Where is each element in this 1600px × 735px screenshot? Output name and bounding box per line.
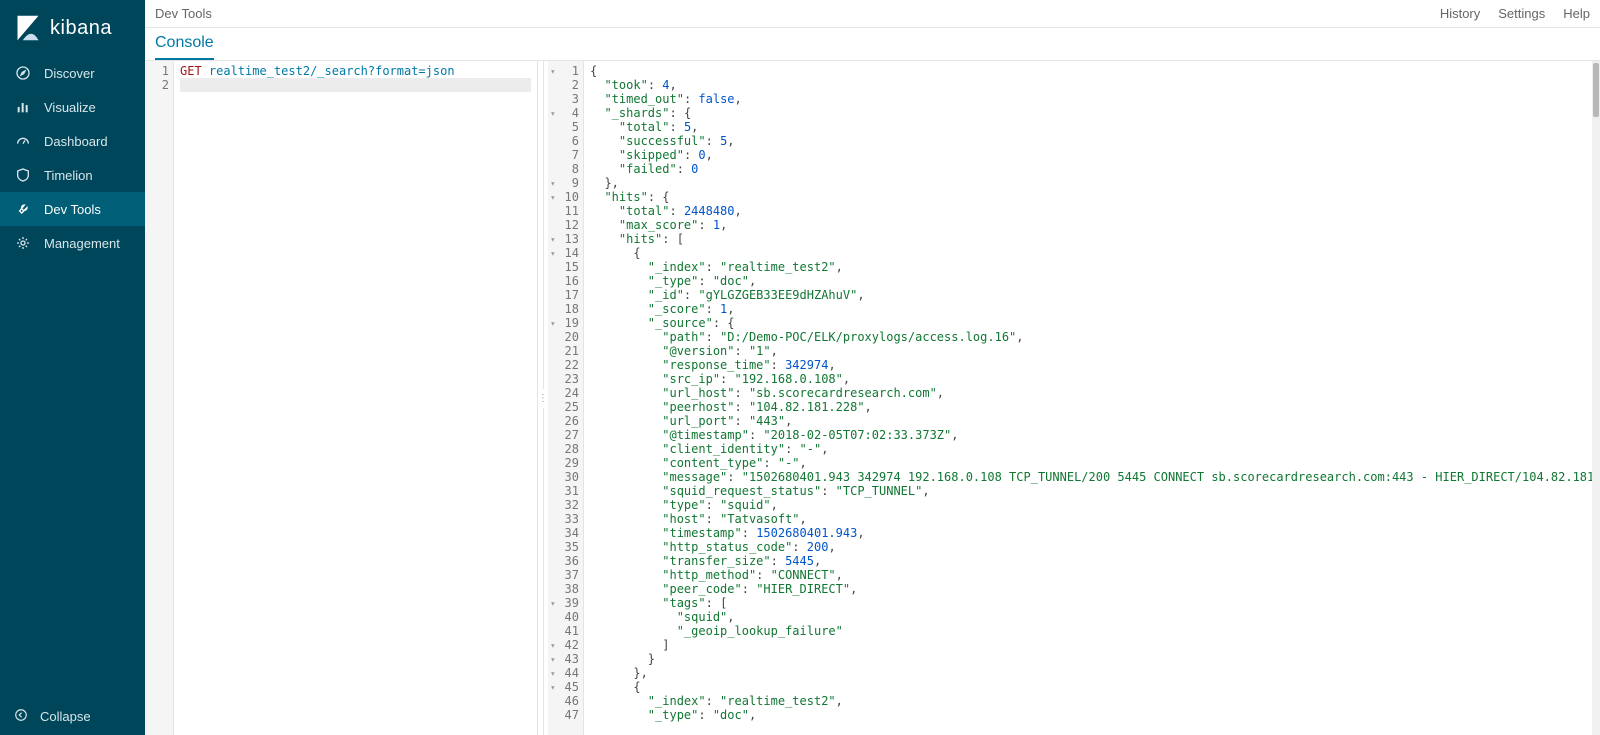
shield-icon [14, 166, 32, 184]
panels: 12 GET realtime_test2/_search?format=jso… [145, 60, 1600, 735]
help-link[interactable]: Help [1563, 6, 1590, 21]
compass-icon [14, 64, 32, 82]
sidebar-item-label: Timelion [44, 168, 93, 183]
scrollbar-thumb[interactable] [1593, 63, 1599, 117]
tabs: Console [145, 28, 1600, 60]
gear-icon [14, 234, 32, 252]
sidebar-item-timelion[interactable]: Timelion [0, 158, 145, 192]
kibana-logo-icon [14, 14, 42, 42]
response-scrollbar[interactable] [1592, 61, 1600, 735]
topbar: Dev Tools History Settings Help [145, 0, 1600, 28]
request-editor[interactable]: GET realtime_test2/_search?format=json [174, 61, 537, 735]
bar-chart-icon [14, 98, 32, 116]
collapse-label: Collapse [40, 709, 91, 724]
sidebar-item-label: Visualize [44, 100, 96, 115]
brand-name: kibana [50, 17, 112, 40]
request-panel: 12 GET realtime_test2/_search?format=jso… [145, 61, 538, 735]
response-panel: 1234567891011121314151617181920212223242… [548, 61, 1600, 735]
response-viewer[interactable]: { "took": 4, "timed_out": false, "_shard… [584, 61, 1592, 735]
nav: Discover Visualize Dashboard Timelion De… [0, 56, 145, 698]
sidebar-item-label: Management [44, 236, 120, 251]
sidebar-item-label: Dashboard [44, 134, 108, 149]
main: Dev Tools History Settings Help Console … [145, 0, 1600, 735]
wrench-icon [14, 200, 32, 218]
settings-link[interactable]: Settings [1498, 6, 1545, 21]
gauge-icon [14, 132, 32, 150]
sidebar: kibana Discover Visualize Dashboard Time… [0, 0, 145, 735]
top-links: History Settings Help [1440, 6, 1590, 21]
tab-console[interactable]: Console [155, 28, 214, 60]
sidebar-item-visualize[interactable]: Visualize [0, 90, 145, 124]
sidebar-item-management[interactable]: Management [0, 226, 145, 260]
sidebar-item-dashboard[interactable]: Dashboard [0, 124, 145, 158]
splitter-handle-icon: ⋮ [538, 389, 548, 408]
panel-splitter[interactable]: ⋮ [538, 61, 548, 735]
collapse-icon [14, 708, 28, 725]
sidebar-item-label: Discover [44, 66, 95, 81]
sidebar-item-label: Dev Tools [44, 202, 101, 217]
sidebar-item-dev-tools[interactable]: Dev Tools [0, 192, 145, 226]
sidebar-item-discover[interactable]: Discover [0, 56, 145, 90]
sidebar-collapse-button[interactable]: Collapse [0, 698, 145, 735]
response-line-gutter: 1234567891011121314151617181920212223242… [548, 61, 584, 735]
history-link[interactable]: History [1440, 6, 1480, 21]
logo[interactable]: kibana [0, 0, 145, 56]
request-line-gutter: 12 [145, 61, 174, 735]
breadcrumb: Dev Tools [155, 6, 1440, 21]
